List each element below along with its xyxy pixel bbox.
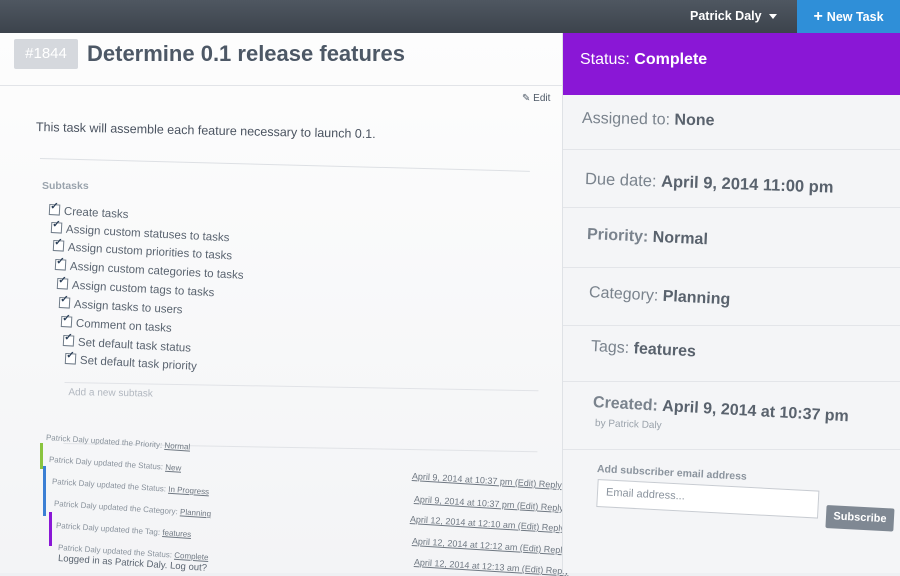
user-name: Patrick Daly xyxy=(690,9,762,23)
checkbox-checked-icon[interactable] xyxy=(58,297,71,309)
status-banner: Status: Complete xyxy=(563,33,900,95)
top-navbar: Patrick Daly + New Task xyxy=(0,0,900,33)
activity-color-bar xyxy=(49,512,52,546)
checkbox-checked-icon[interactable] xyxy=(50,222,63,234)
task-header: #1844 Determine 0.1 release features xyxy=(0,33,562,86)
status-value: Status: Complete xyxy=(580,51,708,68)
subscribe-button[interactable]: Subscribe xyxy=(825,505,895,532)
activity-color-bar xyxy=(43,466,46,516)
subtasks-heading: Subtasks xyxy=(42,180,89,192)
plus-icon: + xyxy=(813,8,823,25)
activity-link[interactable]: Normal xyxy=(164,441,190,452)
chevron-down-icon xyxy=(768,14,777,20)
activity-link[interactable]: New xyxy=(165,463,182,473)
page-title: Determine 0.1 release features xyxy=(87,41,405,66)
checkbox-checked-icon[interactable] xyxy=(52,240,65,252)
created-by: by Patrick Daly xyxy=(594,418,662,432)
user-menu[interactable]: Patrick Daly xyxy=(690,0,777,33)
checkbox-checked-icon[interactable] xyxy=(48,204,61,216)
checkbox-checked-icon[interactable] xyxy=(62,335,75,347)
checkbox-checked-icon[interactable] xyxy=(54,259,67,271)
assigned-to[interactable]: Assigned to: None xyxy=(582,110,715,130)
edit-link[interactable]: ✎ Edit xyxy=(522,93,550,104)
activity-link[interactable]: features xyxy=(162,528,191,539)
checkbox-checked-icon[interactable] xyxy=(56,278,69,290)
checkbox-checked-icon[interactable] xyxy=(64,353,77,365)
pencil-icon: ✎ xyxy=(522,93,531,104)
task-id-badge: #1844 xyxy=(14,39,78,69)
checkbox-checked-icon[interactable] xyxy=(60,316,73,328)
new-task-button[interactable]: + New Task xyxy=(797,0,900,33)
